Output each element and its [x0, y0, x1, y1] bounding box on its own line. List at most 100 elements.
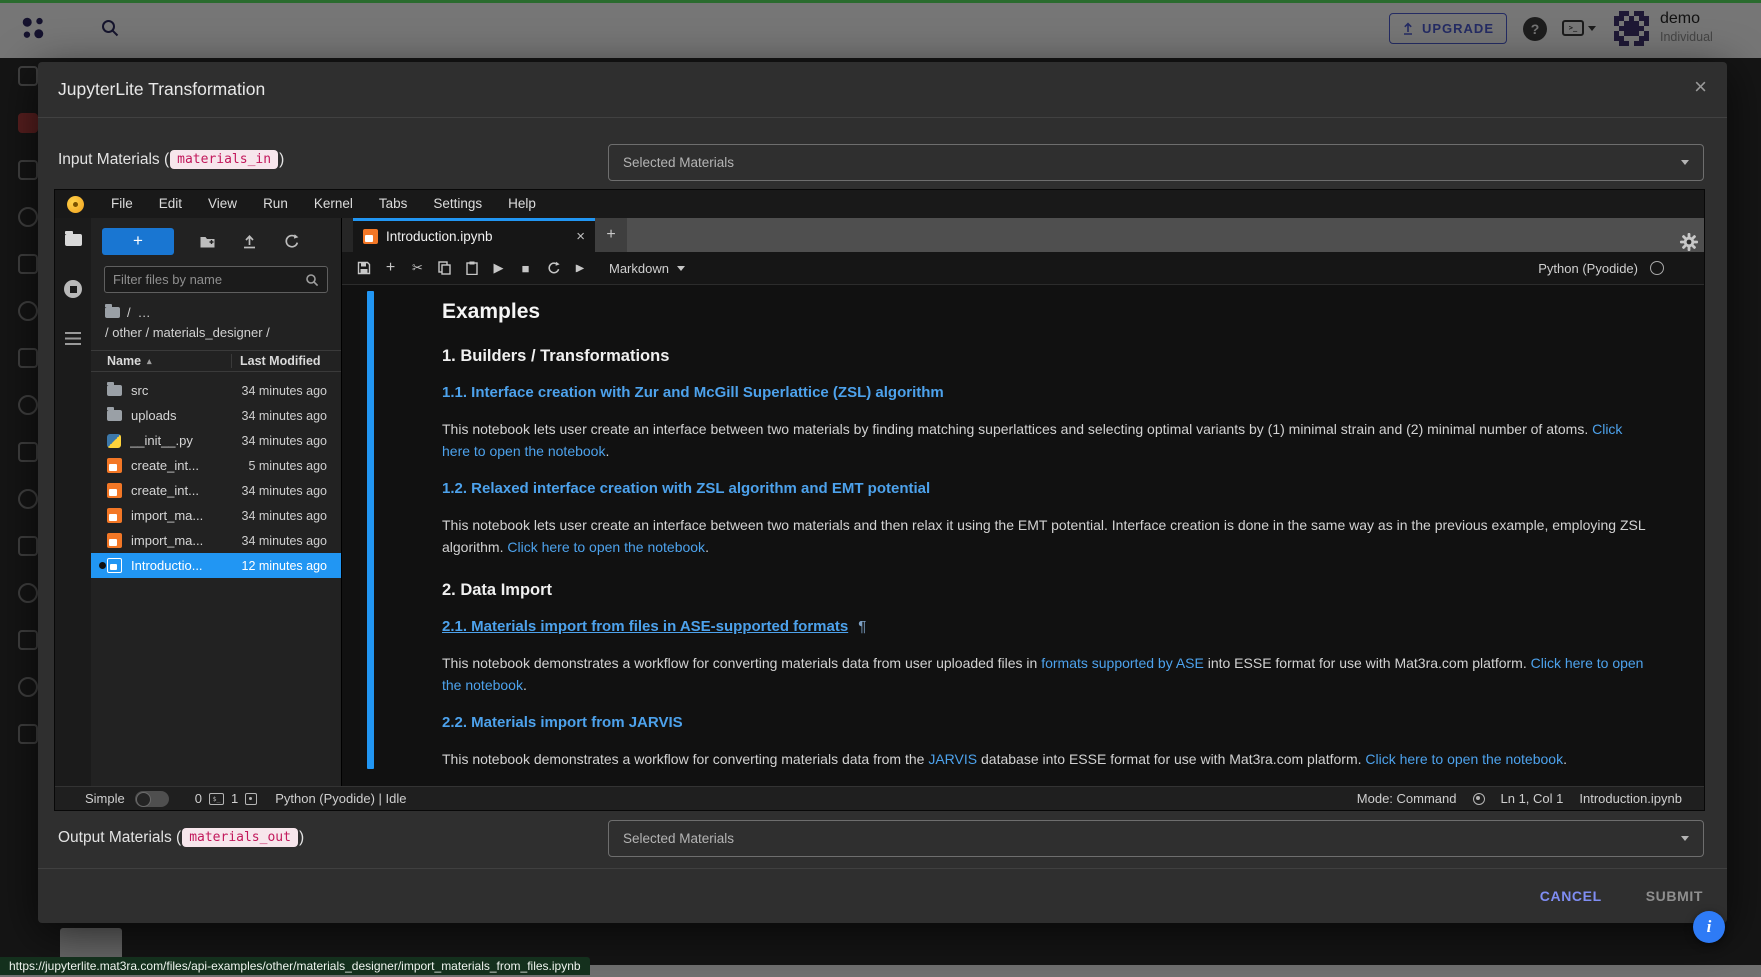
- paste-cells-icon[interactable]: [464, 261, 479, 276]
- menu-run[interactable]: Run: [250, 196, 301, 211]
- text-segment: .: [1563, 751, 1567, 767]
- table-of-contents-tab-icon[interactable]: [65, 332, 81, 345]
- info-button[interactable]: i: [1693, 911, 1725, 943]
- python-icon: [107, 434, 121, 448]
- file-name: __init__.py: [130, 433, 242, 448]
- stop-kernel-icon[interactable]: ■: [518, 261, 533, 276]
- menu-tabs[interactable]: Tabs: [366, 196, 421, 211]
- column-name-header[interactable]: Name ▴: [107, 354, 231, 368]
- menu-help[interactable]: Help: [495, 196, 549, 211]
- notebook-link[interactable]: JARVIS: [928, 751, 977, 767]
- file-row[interactable]: create_int...34 minutes ago: [91, 478, 341, 503]
- settings-gear-icon[interactable]: [1679, 232, 1699, 252]
- file-row[interactable]: import_ma...34 minutes ago: [91, 528, 341, 553]
- jupyterlab-frame: FileEditViewRunKernelTabsSettingsHelp +: [54, 189, 1705, 811]
- markdown-subheading: 2.1. Materials import from files in ASE-…: [442, 618, 1649, 636]
- notebook-link[interactable]: Click here to open the notebook: [507, 539, 705, 555]
- run-cell-icon[interactable]: ▶: [491, 261, 506, 276]
- file-modified: 34 minutes ago: [242, 484, 327, 498]
- text-segment: .: [523, 677, 527, 693]
- file-browser-tab-icon[interactable]: [65, 234, 82, 246]
- simple-mode-toggle[interactable]: [135, 791, 169, 807]
- menu-view[interactable]: View: [195, 196, 250, 211]
- add-cell-icon[interactable]: +: [383, 261, 398, 276]
- menu-edit[interactable]: Edit: [146, 196, 195, 211]
- file-row[interactable]: create_int...5 minutes ago: [91, 453, 341, 478]
- file-row[interactable]: src34 minutes ago: [91, 378, 341, 403]
- running-sessions-tab-icon[interactable]: [64, 280, 82, 298]
- copy-cells-icon[interactable]: [437, 261, 452, 276]
- new-tab-button[interactable]: +: [595, 218, 627, 252]
- active-cell-indicator[interactable]: [367, 291, 374, 769]
- save-icon[interactable]: [356, 261, 371, 276]
- section-heading-link[interactable]: 1.2. Relaxed interface creation with ZSL…: [442, 480, 930, 497]
- cell-type-dropdown[interactable]: Markdown: [609, 261, 685, 276]
- notification-icon[interactable]: [1473, 793, 1485, 805]
- output-materials-dropdown[interactable]: Selected Materials: [608, 820, 1704, 857]
- text-segment: into ESSE format for use with Mat3ra.com…: [1204, 655, 1531, 671]
- cell-type-label: Markdown: [609, 261, 669, 276]
- link-url-tooltip: https://jupyterlite.mat3ra.com/files/api…: [0, 957, 590, 975]
- section-heading-link[interactable]: 1.1. Interface creation with Zur and McG…: [442, 384, 944, 401]
- input-materials-suffix: ): [279, 151, 284, 169]
- filter-files-input[interactable]: [113, 272, 305, 287]
- section-heading-link[interactable]: 2.2. Materials import from JARVIS: [442, 714, 683, 731]
- refresh-icon[interactable]: [283, 233, 300, 250]
- markdown-subheading: 1.2. Relaxed interface creation with ZSL…: [442, 480, 1649, 498]
- cut-cells-icon[interactable]: ✂: [410, 261, 425, 276]
- notebook-link[interactable]: Click here to open the notebook: [1365, 751, 1563, 767]
- kernels-count: 1: [231, 791, 238, 806]
- command-mode-indicator[interactable]: Mode: Command: [1357, 791, 1457, 806]
- kernel-status-text[interactable]: Python (Pyodide) | Idle: [275, 791, 406, 806]
- breadcrumb-path[interactable]: / other / materials_designer /: [105, 325, 341, 342]
- jupyterlab-menubar: FileEditViewRunKernelTabsSettingsHelp: [55, 190, 1704, 218]
- menu-file[interactable]: File: [98, 196, 146, 211]
- sort-asc-icon: ▴: [147, 356, 152, 367]
- notebook-link[interactable]: formats supported by ASE: [1041, 655, 1204, 671]
- submit-button[interactable]: SUBMIT: [1646, 888, 1703, 904]
- file-row[interactable]: import_ma...34 minutes ago: [91, 503, 341, 528]
- tab-introduction-ipynb[interactable]: Introduction.ipynb ×: [353, 218, 595, 252]
- anchor-pilcrow-icon[interactable]: ¶: [858, 618, 866, 635]
- file-row[interactable]: __init__.py34 minutes ago: [91, 428, 341, 453]
- text-segment: This notebook lets user create an interf…: [442, 421, 1592, 437]
- close-tab-icon[interactable]: ×: [576, 228, 585, 245]
- statusbar-right: Mode: Command Ln 1, Col 1 Introduction.i…: [1357, 791, 1682, 806]
- menu-settings[interactable]: Settings: [420, 196, 495, 211]
- breadcrumb-ellipsis[interactable]: …: [138, 305, 151, 320]
- dialog-header: JupyterLite Transformation: [38, 62, 1727, 118]
- upload-icon[interactable]: [241, 233, 258, 250]
- jupyterlite-transformation-dialog: JupyterLite Transformation × Input Mater…: [38, 62, 1727, 923]
- input-materials-dropdown[interactable]: Selected Materials: [608, 144, 1704, 181]
- kernel-area: Python (Pyodide): [1538, 261, 1664, 276]
- page: UPGRADE ? >_ demo Individual: [0, 0, 1761, 977]
- terminal-icon: $_: [209, 793, 224, 805]
- cancel-button[interactable]: CANCEL: [1540, 888, 1602, 904]
- cursor-position[interactable]: Ln 1, Col 1: [1501, 791, 1564, 806]
- close-icon[interactable]: ×: [1694, 76, 1707, 98]
- search-icon: [305, 273, 319, 287]
- new-launcher-button[interactable]: +: [102, 228, 174, 255]
- text-segment: This notebook demonstrates a workflow fo…: [442, 655, 1041, 671]
- kernel-status-icon[interactable]: [1650, 261, 1664, 275]
- terminals-count: 0: [195, 791, 202, 806]
- output-materials-code-chip: materials_out: [182, 828, 298, 847]
- file-row[interactable]: uploads34 minutes ago: [91, 403, 341, 428]
- new-folder-icon[interactable]: [199, 233, 216, 250]
- file-modified: 34 minutes ago: [242, 434, 327, 448]
- home-folder-icon[interactable]: [105, 307, 120, 318]
- restart-kernel-icon[interactable]: [545, 261, 560, 276]
- sessions-counts[interactable]: 0 $_ 1: [195, 791, 257, 806]
- notebook-icon: [363, 229, 378, 244]
- notebook-icon: [107, 508, 122, 523]
- menu-kernel[interactable]: Kernel: [301, 196, 366, 211]
- restart-run-all-icon[interactable]: ▶▶: [572, 261, 587, 276]
- notebook-icon: [107, 558, 122, 573]
- kernel-name[interactable]: Python (Pyodide): [1538, 261, 1638, 276]
- folder-icon: [107, 410, 122, 421]
- tabbar-empty-area: [627, 218, 1704, 252]
- column-modified-header[interactable]: Last Modified: [231, 354, 327, 368]
- section-heading-link[interactable]: 2.1. Materials import from files in ASE-…: [442, 618, 848, 635]
- file-modified: 5 minutes ago: [248, 459, 327, 473]
- file-row[interactable]: Introductio...12 minutes ago: [91, 553, 341, 578]
